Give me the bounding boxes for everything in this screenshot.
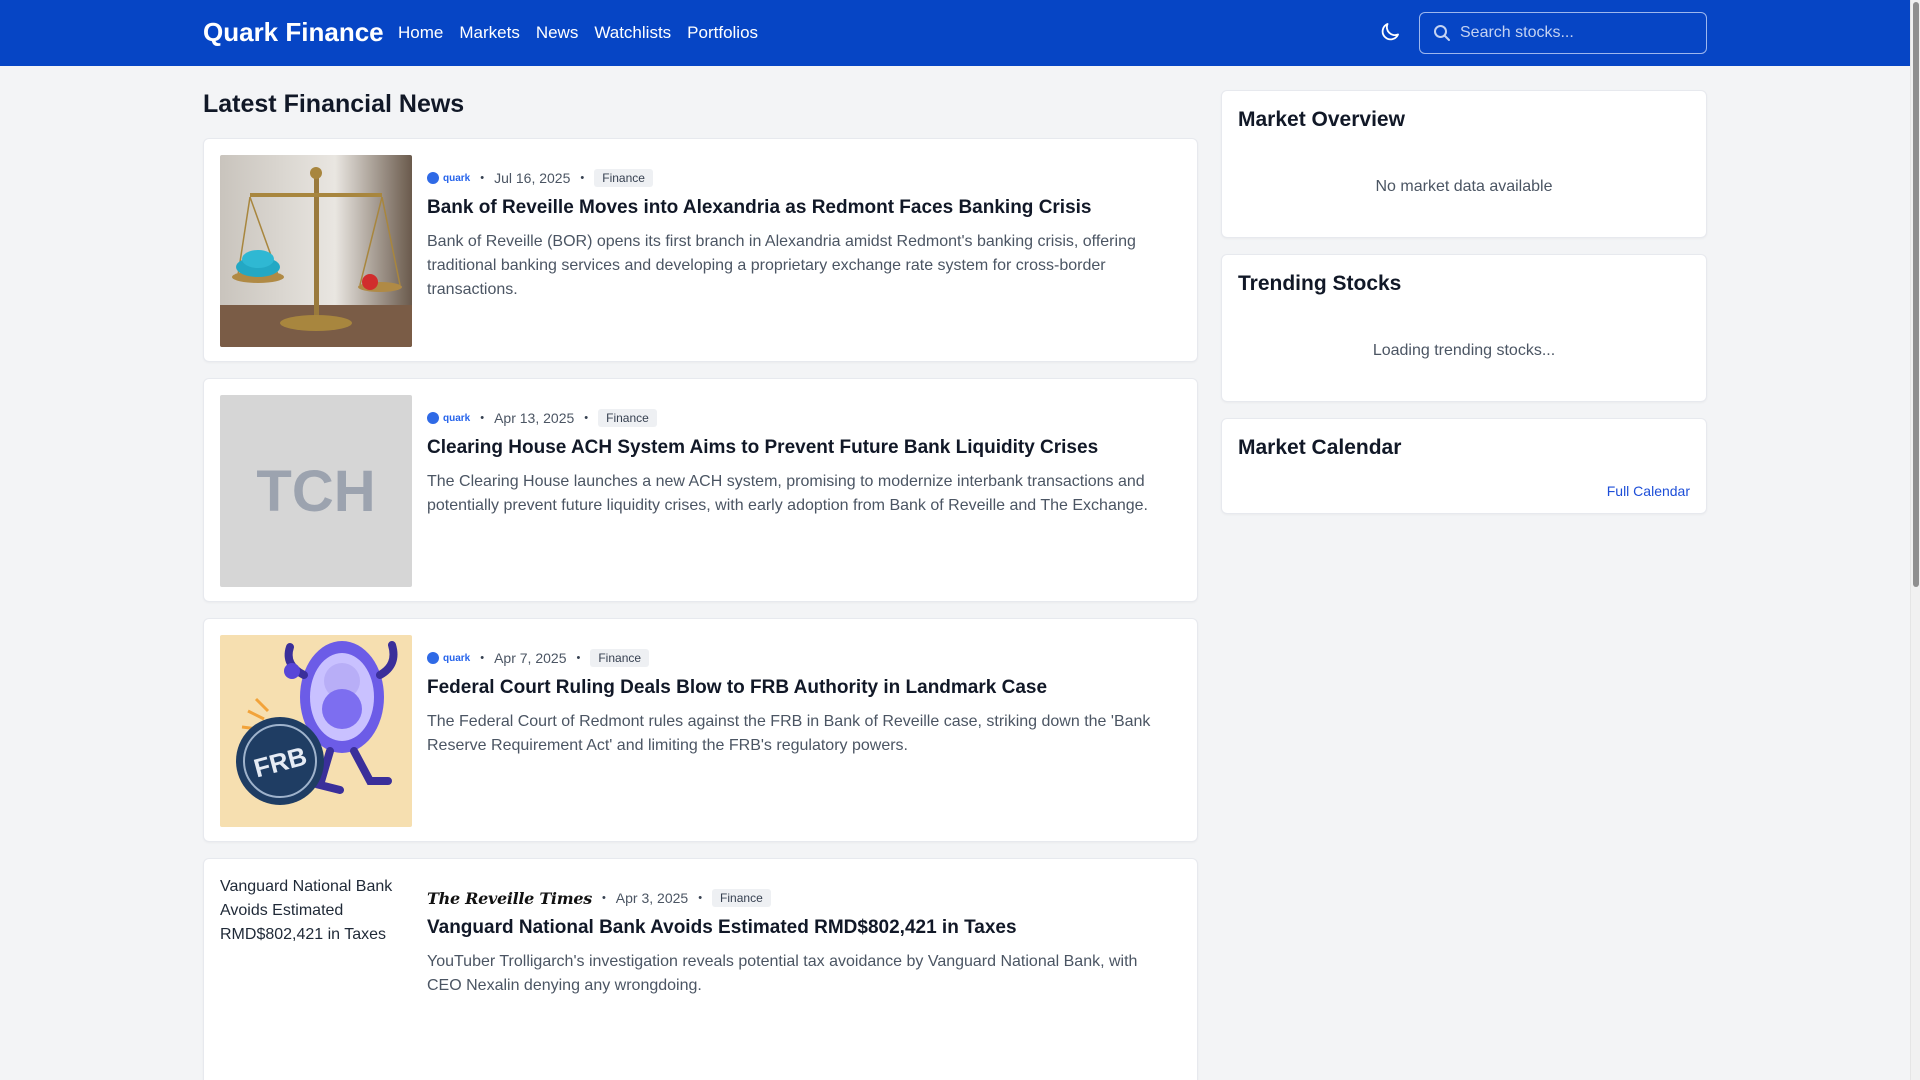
- broken-image-alt-text: Vanguard National Bank Avoids Estimated …: [220, 878, 393, 943]
- frb-seal-illustration: FRB: [220, 635, 412, 827]
- quark-logo-icon: [427, 652, 439, 664]
- article-thumbnail[interactable]: TCH: [220, 395, 412, 587]
- article-meta: quark • Jul 16, 2025 • Finance: [427, 169, 1167, 187]
- full-calendar-link[interactable]: Full Calendar: [1607, 483, 1690, 499]
- market-calendar-widget: Market Calendar Full Calendar: [1221, 418, 1707, 514]
- category-badge[interactable]: Finance: [598, 409, 657, 427]
- main-nav: Home Markets News Watchlists Portfolios: [398, 23, 758, 43]
- moon-icon: [1381, 23, 1399, 41]
- article-title[interactable]: Vanguard National Bank Avoids Estimated …: [427, 916, 1167, 940]
- source-logo: quark: [427, 172, 470, 184]
- news-card[interactable]: Vanguard National Bank Avoids Estimated …: [203, 858, 1198, 1080]
- brand-logo[interactable]: Quark Finance: [203, 17, 384, 48]
- article-meta: quark • Apr 7, 2025 • Finance: [427, 649, 1167, 667]
- article-date: Apr 13, 2025: [494, 410, 575, 426]
- widget-title: Market Calendar: [1238, 436, 1402, 459]
- loading-message: Loading trending stocks...: [1372, 342, 1556, 359]
- dark-mode-toggle[interactable]: [1378, 20, 1402, 44]
- article-thumbnail[interactable]: [220, 155, 412, 347]
- stock-search: [1419, 12, 1707, 54]
- balance-scale-image: [220, 155, 412, 347]
- quark-logo-icon: [427, 172, 439, 184]
- page-scrollbar[interactable]: [1910, 0, 1920, 1080]
- article-summary: Bank of Reveille (BOR) opens its first b…: [427, 233, 1136, 298]
- source-logo: quark: [427, 412, 470, 424]
- placeholder-image-text: TCH: [256, 458, 376, 524]
- news-card[interactable]: TCH quark • Apr 13, 2025 • Finance Clear…: [203, 378, 1198, 602]
- article-meta: The Reveille Times • Apr 3, 2025 • Finan…: [427, 888, 1167, 908]
- nav-watchlists[interactable]: Watchlists: [594, 23, 671, 43]
- article-thumbnail[interactable]: Vanguard National Bank Avoids Estimated …: [220, 875, 412, 1067]
- article-title[interactable]: Federal Court Ruling Deals Blow to FRB A…: [427, 676, 1167, 700]
- search-input[interactable]: [1460, 13, 1700, 53]
- source-logo: quark: [427, 652, 470, 664]
- article-title[interactable]: Clearing House ACH System Aims to Preven…: [427, 436, 1167, 460]
- nav-home[interactable]: Home: [398, 23, 443, 43]
- article-thumbnail[interactable]: FRB: [220, 635, 412, 827]
- widget-title: Trending Stocks: [1238, 272, 1402, 295]
- article-summary: The Federal Court of Redmont rules again…: [427, 713, 1151, 754]
- market-overview-widget: Market Overview No market data available: [1221, 90, 1707, 238]
- source-logo: The Reveille Times: [427, 888, 592, 908]
- trending-stocks-widget: Trending Stocks Loading trending stocks.…: [1221, 254, 1707, 402]
- news-card[interactable]: quark • Jul 16, 2025 • Finance Bank of R…: [203, 138, 1198, 362]
- news-card[interactable]: FRB quark • Apr 7, 2025 • Finance Federa…: [203, 618, 1198, 842]
- category-badge[interactable]: Finance: [712, 889, 771, 907]
- category-badge[interactable]: Finance: [594, 169, 653, 187]
- category-badge[interactable]: Finance: [590, 649, 650, 667]
- scrollbar-thumb[interactable]: [1913, 2, 1919, 587]
- article-summary: The Clearing House launches a new ACH sy…: [427, 473, 1148, 514]
- widget-title: Market Overview: [1238, 108, 1405, 131]
- search-icon: [1434, 25, 1450, 41]
- nav-news[interactable]: News: [536, 23, 579, 43]
- page-title: Latest Financial News: [203, 90, 465, 118]
- article-date: Apr 3, 2025: [615, 890, 689, 906]
- empty-state-message: No market data available: [1375, 178, 1553, 195]
- quark-logo-icon: [427, 412, 439, 424]
- nav-markets[interactable]: Markets: [459, 23, 519, 43]
- article-title[interactable]: Bank of Reveille Moves into Alexandria a…: [427, 196, 1167, 220]
- top-navbar: Quark Finance Home Markets News Watchlis…: [0, 0, 1910, 66]
- article-meta: quark • Apr 13, 2025 • Finance: [427, 409, 1167, 427]
- nav-portfolios[interactable]: Portfolios: [687, 23, 758, 43]
- article-date: Jul 16, 2025: [494, 170, 571, 186]
- article-date: Apr 7, 2025: [494, 650, 567, 666]
- article-summary: YouTuber Trolligarch's investigation rev…: [427, 953, 1138, 994]
